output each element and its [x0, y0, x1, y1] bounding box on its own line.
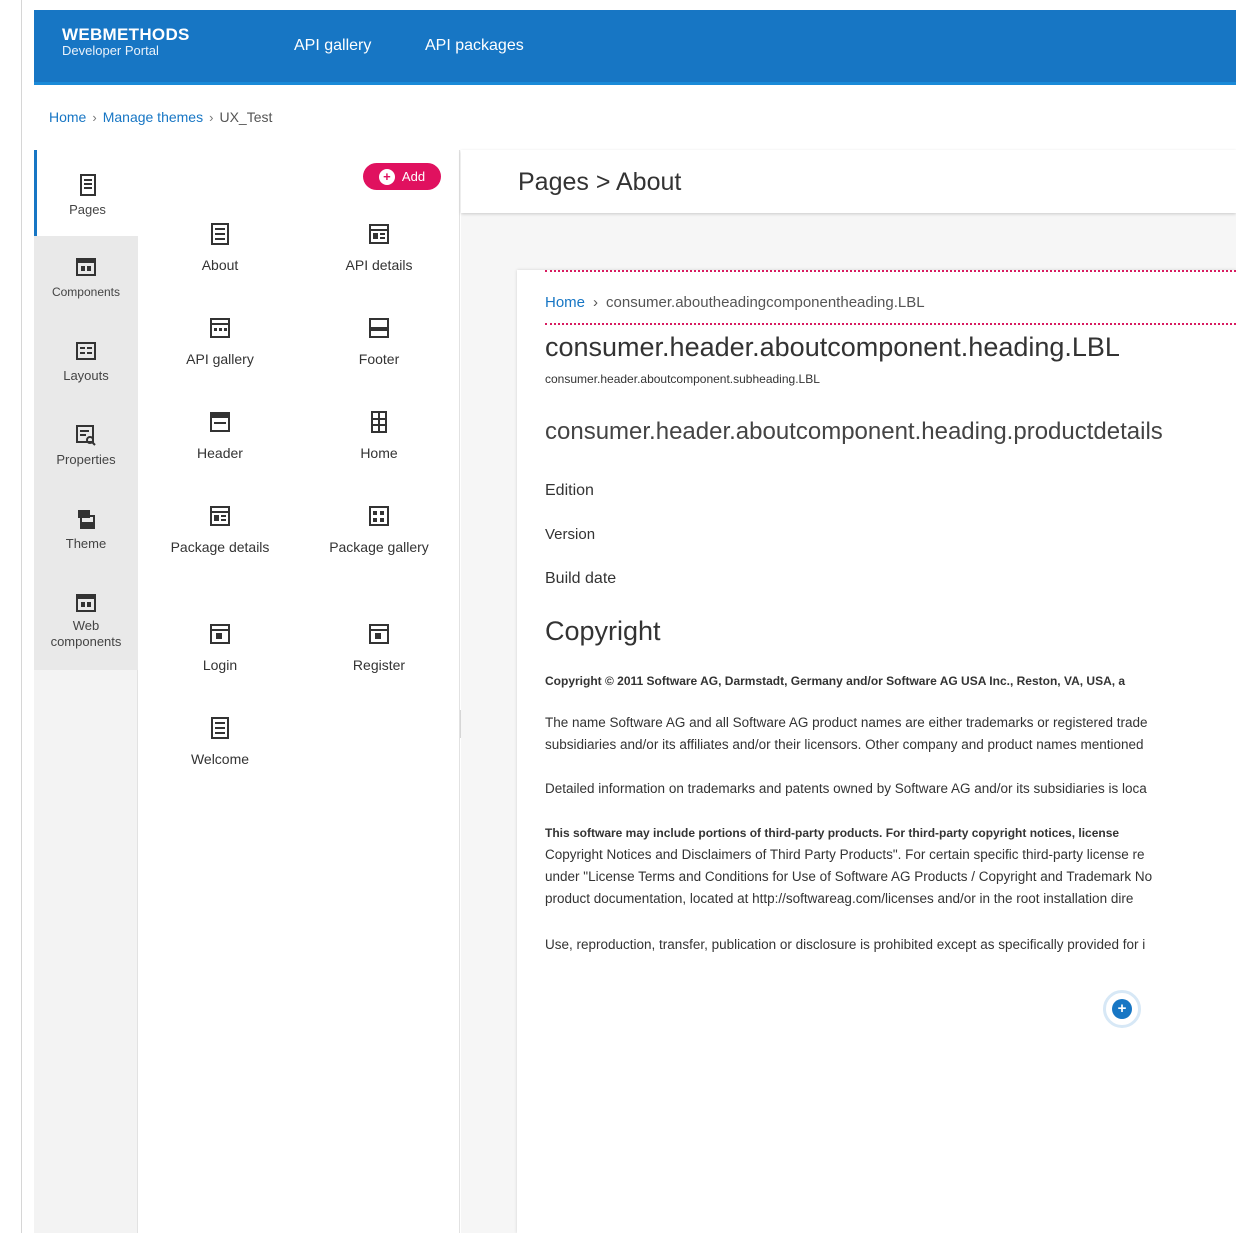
trademark-line-1: The name Software AG and all Software AG…	[545, 715, 1148, 730]
page-tile-api-gallery[interactable]: API gallery	[145, 316, 295, 370]
sidenav-label: Pages	[69, 202, 106, 217]
page-tile-label: API gallery	[186, 351, 254, 367]
page-tile-label: Home	[360, 445, 398, 461]
copyright-heading: Copyright	[545, 616, 661, 646]
chevron-right-icon: ›	[593, 294, 599, 311]
breadcrumb-current: UX_Test	[219, 109, 273, 125]
usage-line: Use, reproduction, transfer, publication…	[545, 937, 1146, 952]
page-tile-label: Package gallery	[329, 539, 429, 555]
patents-line: Detailed information on trademarks and p…	[545, 781, 1147, 796]
sidenav-label: Properties	[56, 452, 116, 467]
sidenav-label: Theme	[65, 536, 107, 551]
sidenav-item-components[interactable]: Components	[34, 256, 138, 300]
home-page-icon	[371, 411, 387, 433]
third-party-line-1: This software may include portions of th…	[545, 826, 1120, 840]
plus-icon: +	[1112, 999, 1132, 1019]
page-tile-login[interactable]: Login	[145, 622, 295, 676]
app-shell: WEBMETHODS Developer Portal API gallery …	[34, 10, 1236, 1233]
page-preview: Home › consumer.aboutheadingcomponenthea…	[517, 270, 1236, 1233]
page-tile-label: Register	[352, 657, 406, 673]
sidenav-item-layouts[interactable]: Layouts	[34, 340, 138, 384]
third-party-line-4: product documentation, located at http:/…	[545, 891, 1134, 906]
page-tile-register[interactable]: Register	[304, 622, 454, 676]
window-edge	[0, 0, 22, 1233]
page-tile-home[interactable]: Home	[304, 410, 454, 464]
field-edition: Edition	[545, 482, 594, 499]
page-tile-label: Header	[197, 445, 243, 461]
page-list-panel: + Add About API details API gallery Foot…	[140, 150, 460, 1233]
field-version: Version	[545, 526, 596, 543]
page-tile-header[interactable]: Header	[145, 410, 295, 464]
sidenav-item-pages[interactable]: Pages	[34, 150, 138, 236]
register-icon	[369, 624, 389, 644]
sidenav-label: Components	[51, 285, 121, 299]
page-tile-label: Login	[202, 657, 238, 673]
nav-api-packages[interactable]: API packages	[425, 37, 524, 55]
details-icon	[369, 224, 389, 244]
sidenav-item-properties[interactable]: Properties	[34, 424, 138, 468]
header-icon	[210, 412, 230, 432]
top-bar: WEBMETHODS Developer Portal API gallery …	[34, 10, 1236, 85]
side-nav: Pages Components Layouts Properties Them…	[34, 150, 138, 1233]
page-tile-about[interactable]: About	[145, 222, 295, 276]
page-icon	[211, 223, 229, 245]
brand-name: WEBMETHODS	[62, 25, 190, 44]
components-icon	[76, 258, 96, 276]
sidenav-label: Web components	[50, 618, 122, 649]
add-page-button[interactable]: + Add	[363, 163, 441, 190]
page-tile-label: Package details	[170, 539, 270, 555]
page-tile-label: API details	[345, 257, 413, 273]
page-header: Pages > About	[461, 150, 1236, 213]
page-tile-package-details[interactable]: Package details	[145, 504, 295, 558]
breadcrumb: Home › Manage themes › UX_Test	[49, 109, 272, 125]
properties-icon	[76, 425, 96, 446]
chevron-right-icon: ›	[92, 109, 97, 125]
sidenav-item-web-components[interactable]: Web components	[34, 592, 138, 650]
page-tile-label: Footer	[358, 351, 400, 367]
third-party-line-3: under "License Terms and Conditions for …	[545, 869, 1153, 884]
product-details-heading: consumer.header.aboutcomponent.heading.p…	[545, 418, 1163, 445]
field-build-date: Build date	[545, 570, 617, 587]
copyright-line: Copyright © 2011 Software AG, Darmstadt,…	[545, 674, 1126, 688]
add-component-button[interactable]: +	[1103, 990, 1141, 1028]
breadcrumb-home[interactable]: Home	[49, 109, 86, 125]
about-subheading: consumer.header.aboutcomponent.subheadin…	[545, 372, 820, 386]
page-icon	[211, 717, 229, 739]
chevron-right-icon: ›	[209, 109, 214, 125]
about-heading: consumer.header.aboutcomponent.heading.L…	[545, 332, 1120, 362]
page-tile-welcome[interactable]: Welcome	[145, 716, 295, 770]
details-icon	[210, 506, 230, 526]
page-tile-package-gallery[interactable]: Package gallery	[304, 504, 454, 558]
preview-breadcrumb: Home › consumer.aboutheadingcomponenthea…	[545, 294, 925, 311]
sidenav-label: Layouts	[63, 368, 109, 383]
breadcrumb-manage-themes[interactable]: Manage themes	[103, 109, 203, 125]
layouts-icon	[76, 342, 96, 360]
trademark-line-2: subsidiaries and/or its affiliates and/o…	[545, 737, 1144, 752]
theme-icon	[78, 510, 95, 529]
page-tile-footer[interactable]: Footer	[304, 316, 454, 370]
page-tile-label: About	[201, 257, 239, 273]
gallery-icon	[369, 506, 389, 526]
brand-logo[interactable]: WEBMETHODS Developer Portal	[62, 26, 190, 58]
web-components-icon	[76, 594, 96, 612]
nav-api-gallery[interactable]: API gallery	[294, 37, 371, 55]
brand-subtitle: Developer Portal	[62, 43, 159, 58]
page-tile-label: Welcome	[190, 751, 250, 767]
pages-icon	[79, 174, 96, 196]
plus-icon: +	[378, 168, 395, 185]
footer-icon	[369, 318, 389, 338]
sidenav-item-theme[interactable]: Theme	[34, 508, 138, 552]
third-party-line-2: Copyright Notices and Disclaimers of Thi…	[545, 847, 1145, 862]
main-area: Pages > About Home › consumer.aboutheadi…	[461, 150, 1236, 1233]
gallery-icon	[210, 318, 230, 338]
add-button-label: Add	[401, 169, 426, 184]
login-icon	[210, 624, 230, 644]
page-tile-api-details[interactable]: API details	[304, 222, 454, 276]
preview-breadcrumb-current: consumer.aboutheadingcomponentheading.LB…	[606, 294, 925, 311]
page-title: Pages > About	[518, 168, 682, 196]
preview-breadcrumb-home[interactable]: Home	[545, 294, 585, 311]
